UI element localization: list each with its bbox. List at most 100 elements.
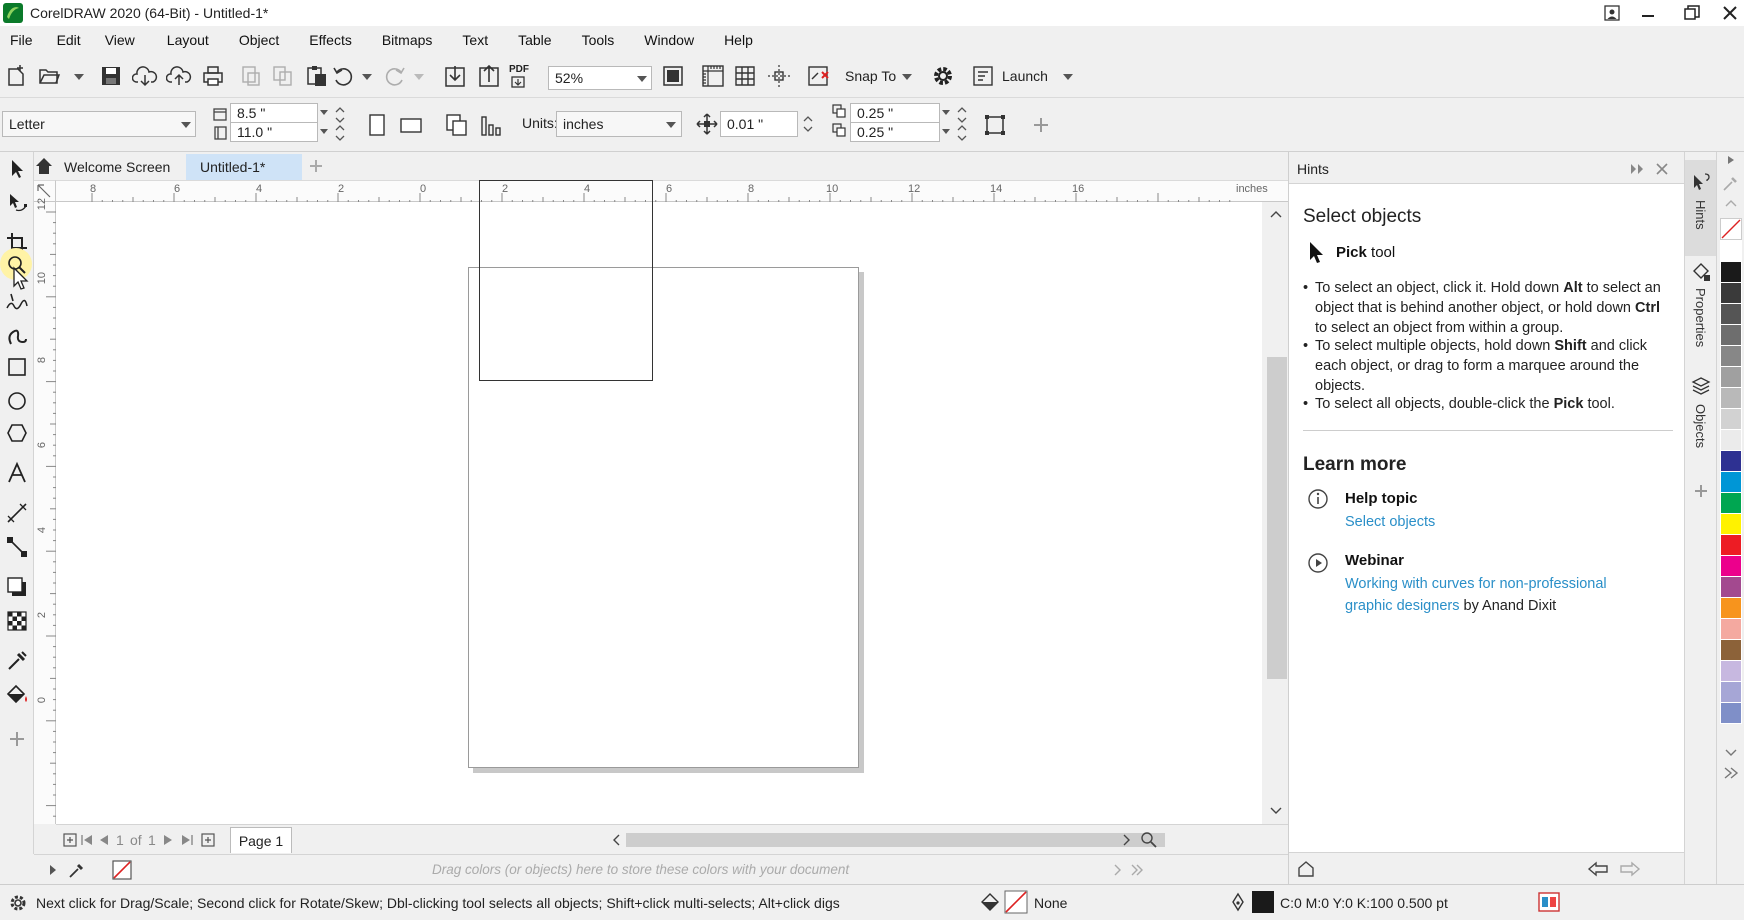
units-dropdown-chevron-icon[interactable] <box>666 122 676 128</box>
palette-swatch[interactable] <box>1720 450 1742 472</box>
show-guidelines-icon[interactable] <box>764 61 794 91</box>
shape-tool-icon[interactable] <box>2 188 32 218</box>
snap-off-icon[interactable] <box>803 61 833 91</box>
palette-swatch[interactable] <box>1720 471 1742 493</box>
horizontal-ruler[interactable]: 8 6 4 2 0 2 4 6 8 10 12 14 16 inches <box>56 180 1288 203</box>
vertical-ruler[interactable]: 12 10 8 6 4 2 0 <box>34 198 56 824</box>
undo-icon[interactable] <box>328 61 358 91</box>
duplicate-y-field[interactable]: 0.25 " <box>850 122 940 142</box>
all-pages-icon[interactable] <box>442 110 472 140</box>
portrait-orientation-icon[interactable] <box>362 110 392 140</box>
palette-swatch[interactable] <box>1720 555 1742 577</box>
page-size-select[interactable]: Letter <box>2 111 196 137</box>
fill-color-none-swatch[interactable] <box>1004 890 1028 914</box>
landscape-orientation-icon[interactable] <box>396 110 426 140</box>
rectangle-object[interactable] <box>479 180 653 381</box>
open-folder-icon[interactable] <box>34 61 64 91</box>
menu-layout[interactable]: Layout <box>157 32 219 48</box>
docker-tab-properties[interactable]: Properties <box>1685 260 1717 360</box>
show-grid-icon[interactable] <box>730 61 760 91</box>
show-rulers-icon[interactable] <box>698 61 728 91</box>
page-width-field[interactable]: 8.5 " <box>230 103 318 123</box>
text-tool-icon[interactable] <box>2 458 32 488</box>
open-dropdown-chevron-icon[interactable] <box>74 74 84 80</box>
scroll-down-arrow-icon[interactable] <box>1270 807 1282 815</box>
palette-swatch[interactable] <box>1720 639 1742 661</box>
page-width-dropdown-chevron-icon[interactable] <box>320 110 328 115</box>
page-height-spinner-icon[interactable] <box>333 122 347 144</box>
tab-untitled-1[interactable]: Untitled-1* <box>186 154 302 180</box>
full-screen-preview-icon[interactable] <box>658 61 688 91</box>
palette-swatch[interactable] <box>1720 261 1742 283</box>
new-tab-plus-icon[interactable] <box>308 158 324 174</box>
palette-swatch[interactable] <box>1720 534 1742 556</box>
palette-scroll-down-icon[interactable] <box>1725 748 1737 758</box>
palette-scroll-right-icon[interactable] <box>1112 863 1122 877</box>
hints-home-icon[interactable] <box>1297 860 1315 878</box>
interactive-fill-tool-icon[interactable] <box>2 680 32 710</box>
palette-swatch[interactable] <box>1720 681 1742 703</box>
save-icon[interactable] <box>96 61 126 91</box>
redo-icon[interactable] <box>380 61 410 91</box>
vertical-scrollbar[interactable] <box>1262 202 1288 824</box>
scroll-right-arrow-icon[interactable] <box>1120 832 1132 848</box>
launch-icon[interactable] <box>968 61 998 91</box>
undo-dropdown-chevron-icon[interactable] <box>362 74 372 80</box>
menu-text[interactable]: Text <box>452 32 498 48</box>
menu-view[interactable]: View <box>95 32 145 48</box>
palette-swatch[interactable] <box>1720 303 1742 325</box>
no-color-swatch-icon[interactable] <box>112 860 132 880</box>
docker-tab-hints[interactable]: Hints <box>1685 160 1717 256</box>
first-page-icon[interactable] <box>80 833 94 847</box>
rectangle-tool-icon[interactable] <box>2 352 32 382</box>
snap-to-dropdown-chevron-icon[interactable] <box>902 74 912 80</box>
current-page-icon[interactable] <box>476 110 506 140</box>
page-size-dropdown-chevron-icon[interactable] <box>181 122 191 128</box>
previous-page-icon[interactable] <box>98 833 110 847</box>
palette-swatch[interactable] <box>1720 597 1742 619</box>
redo-dropdown-chevron-icon[interactable] <box>414 74 424 80</box>
palette-expand-icon[interactable] <box>1723 766 1739 780</box>
palette-swatch[interactable] <box>1720 492 1742 514</box>
duplicate-y-spinner-icon[interactable] <box>955 122 969 144</box>
duplicate-y-dropdown-chevron-icon[interactable] <box>942 129 950 134</box>
zoom-navigator-icon[interactable] <box>1140 831 1158 849</box>
options-gear-icon[interactable] <box>928 61 958 91</box>
page-height-dropdown-chevron-icon[interactable] <box>320 129 328 134</box>
import-icon[interactable] <box>440 61 470 91</box>
pick-tool-icon[interactable] <box>2 154 32 184</box>
units-select[interactable]: inches <box>556 111 682 137</box>
palette-eyedropper-icon[interactable] <box>1722 174 1740 192</box>
launch-dropdown-chevron-icon[interactable] <box>1063 74 1073 80</box>
palette-swatch[interactable] <box>1720 429 1742 451</box>
menu-file[interactable]: File <box>0 32 43 48</box>
close-button[interactable] <box>1708 0 1744 26</box>
print-icon[interactable] <box>198 61 228 91</box>
docker-collapse-icon[interactable] <box>1629 162 1645 176</box>
publish-pdf-icon[interactable]: PDF <box>506 61 536 91</box>
menu-edit[interactable]: Edit <box>47 32 91 48</box>
duplicate-x-dropdown-chevron-icon[interactable] <box>942 110 950 115</box>
palette-swatch[interactable] <box>1720 324 1742 346</box>
hints-forward-icon[interactable] <box>1619 861 1641 877</box>
palette-swatch[interactable] <box>1720 513 1742 535</box>
menu-object[interactable]: Object <box>229 32 289 48</box>
scroll-up-arrow-icon[interactable] <box>1270 210 1282 218</box>
nudge-spinner-icon[interactable] <box>801 113 815 135</box>
next-page-icon[interactable] <box>162 833 174 847</box>
palette-swatch[interactable] <box>1720 408 1742 430</box>
zoom-dropdown-chevron-icon[interactable] <box>637 76 647 82</box>
new-document-icon[interactable] <box>2 61 32 91</box>
help-topic-link[interactable]: Select objects <box>1345 514 1435 530</box>
connector-tool-icon[interactable] <box>2 532 32 562</box>
tab-welcome-screen[interactable]: Welcome Screen <box>50 154 184 180</box>
minimize-button[interactable] <box>1626 0 1670 26</box>
snap-to-label[interactable]: Snap To <box>845 68 896 84</box>
palette-expand-arrow-icon[interactable] <box>48 863 58 877</box>
palette-swatch[interactable] <box>1720 240 1742 262</box>
page-tab-page-1[interactable]: Page 1 <box>230 827 292 853</box>
vertical-scroll-thumb[interactable] <box>1267 357 1287 679</box>
cloud-download-icon[interactable] <box>130 61 160 91</box>
scroll-left-arrow-icon[interactable] <box>611 832 623 848</box>
horizontal-scroll-thumb[interactable] <box>626 833 1165 847</box>
